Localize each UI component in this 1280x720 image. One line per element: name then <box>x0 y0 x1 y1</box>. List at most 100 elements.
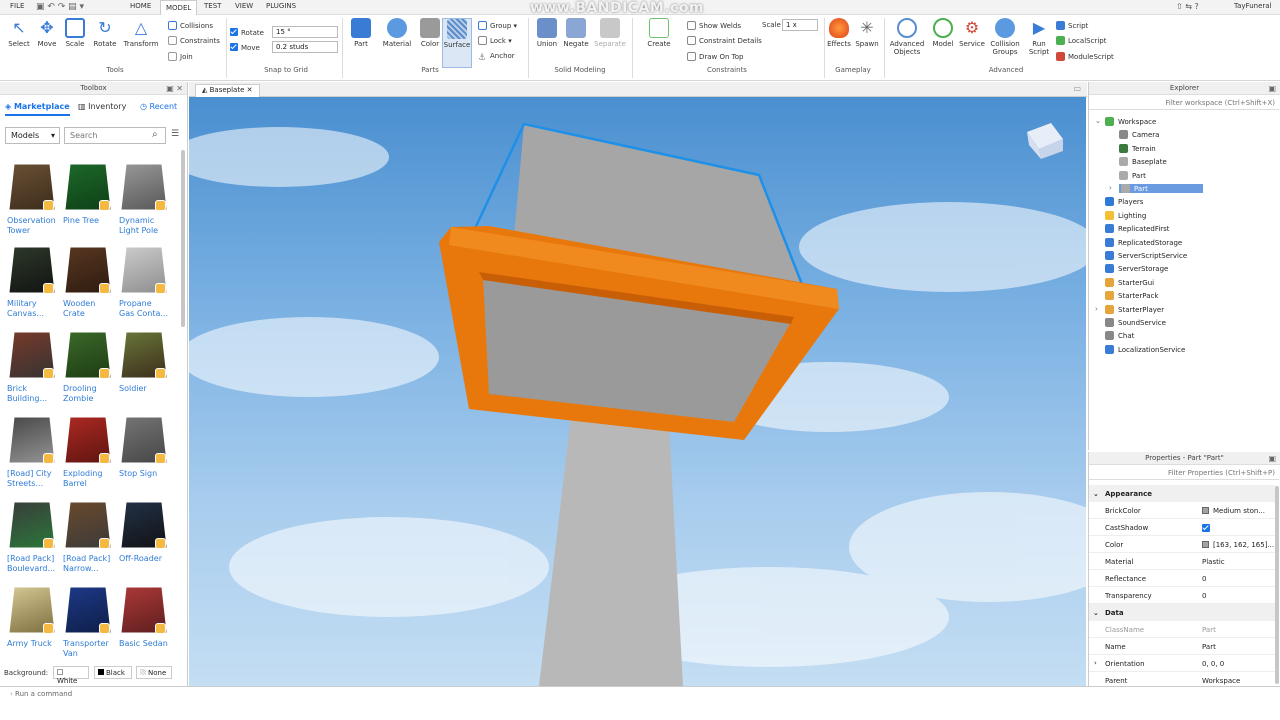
asset-tile[interactable]: Military Canvas... <box>7 245 61 319</box>
show-welds-toggle[interactable]: Show Welds <box>687 21 741 30</box>
explorer-item[interactable]: StarterPack <box>1105 291 1158 301</box>
tab-inventory[interactable]: ▥ Inventory <box>78 102 126 111</box>
explorer-item[interactable]: Chat <box>1105 331 1134 341</box>
spawn-button[interactable]: ✳ Spawn <box>852 18 882 68</box>
asset-tile[interactable]: Exploding Barrel <box>63 415 117 489</box>
surface-button[interactable]: Surface <box>442 18 472 68</box>
property-row[interactable]: CastShadow <box>1089 519 1275 536</box>
negate-button[interactable]: Negate <box>561 18 591 68</box>
asset-tile[interactable]: Pine Tree <box>63 162 117 226</box>
collisions-toggle[interactable]: Collisions <box>168 21 213 30</box>
explorer-item[interactable]: Camera <box>1119 130 1159 140</box>
scale-button[interactable]: Scale <box>60 18 90 68</box>
explorer-item[interactable]: ReplicatedStorage <box>1105 237 1182 247</box>
tab-test[interactable]: TEST <box>204 2 221 10</box>
asset-tile[interactable]: Wooden Crate <box>63 245 117 319</box>
tab-baseplate[interactable]: ◭ Baseplate ✕ <box>195 84 260 97</box>
explorer-item[interactable]: StarterGui <box>1105 277 1154 287</box>
asset-tile[interactable]: Stop Sign <box>119 415 173 479</box>
bg-white-button[interactable]: White <box>53 666 89 685</box>
select-button[interactable]: ↖ Select <box>4 18 34 68</box>
explorer-restore-icon[interactable]: ▣ <box>1268 84 1276 93</box>
join-toggle[interactable]: Join <box>168 52 193 61</box>
search-icon[interactable]: ⌕ <box>152 129 158 140</box>
explorer-item[interactable]: LocalizationService <box>1105 344 1185 354</box>
rotate-increment-input[interactable]: 15 ° <box>272 26 338 38</box>
asset-tile[interactable]: [Road Pack] Narrow... <box>63 500 117 574</box>
explorer-item[interactable]: Terrain <box>1119 143 1156 153</box>
tab-marketplace[interactable]: ◈ Marketplace <box>5 102 70 116</box>
menu-file[interactable]: FILE <box>10 2 24 10</box>
asset-tile[interactable]: Off-Roader <box>119 500 173 564</box>
create-constraint-button[interactable]: Create <box>644 18 674 68</box>
local-script-button[interactable]: LocalScript <box>1056 36 1106 45</box>
tab-recent[interactable]: ◷ Recent <box>140 102 177 111</box>
asset-tile[interactable]: Soldier <box>119 330 173 394</box>
explorer-item[interactable]: Players <box>1105 197 1143 207</box>
tab-view[interactable]: VIEW <box>235 2 253 10</box>
material-button[interactable]: Material <box>382 18 412 68</box>
anchor-button[interactable]: ⚓ Anchor <box>478 52 515 63</box>
property-row[interactable]: Material Plastic <box>1089 553 1275 570</box>
user-name[interactable]: TayFuneral <box>1234 2 1272 10</box>
checkbox-checked-icon[interactable] <box>1202 524 1210 532</box>
asset-tile[interactable]: Army Truck <box>7 585 61 649</box>
asset-tile[interactable]: Drooling Zombie <box>63 330 117 404</box>
asset-tile[interactable]: Dynamic Light Pole <box>119 162 173 236</box>
asset-tile[interactable]: Brick Building... <box>7 330 61 404</box>
view-cube[interactable] <box>1027 123 1063 159</box>
constraint-scale-input[interactable]: 1 x <box>782 19 818 31</box>
pole-part[interactable] <box>539 417 683 686</box>
toolbox-close-icon[interactable]: ▣ ✕ <box>166 84 183 93</box>
asset-tile[interactable]: Observation Tower <box>7 162 61 236</box>
union-button[interactable]: Union <box>532 18 562 68</box>
move-button[interactable]: ✥ Move <box>32 18 62 68</box>
tab-plugins[interactable]: PLUGINS <box>266 2 296 10</box>
explorer-item[interactable]: ServerScriptService <box>1105 251 1187 260</box>
draw-on-top-toggle[interactable]: Draw On Top <box>687 52 744 61</box>
property-row[interactable]: Name Part <box>1089 638 1275 655</box>
group-button[interactable]: Group ▾ <box>478 21 517 30</box>
constraints-toggle[interactable]: Constraints <box>168 36 220 45</box>
explorer-item[interactable]: Lighting <box>1105 210 1146 220</box>
explorer-item[interactable]: ⌄ Workspace <box>1095 117 1156 126</box>
tab-home[interactable]: HOME <box>130 2 151 10</box>
model-button[interactable]: Model <box>928 18 958 68</box>
toolbox-scrollbar[interactable] <box>181 150 185 327</box>
asset-tile[interactable]: Basic Sedan <box>119 585 173 649</box>
color-button[interactable]: Color <box>415 18 445 68</box>
asset-tile[interactable]: Transporter Van <box>63 585 117 659</box>
explorer-item[interactable]: SoundService <box>1105 318 1166 327</box>
tree-expand-icon[interactable]: › <box>1095 305 1098 313</box>
explorer-filter-input[interactable] <box>1089 97 1279 110</box>
filter-icon[interactable]: ☰ <box>171 129 179 139</box>
tree-expand-icon[interactable]: › <box>1109 184 1112 192</box>
header-icons[interactable]: ⇧ ⇆ ? <box>1176 2 1199 11</box>
service-button[interactable]: ⚙ Service <box>956 18 988 68</box>
explorer-item[interactable]: › StarterPlayer <box>1095 304 1164 314</box>
asset-tile[interactable]: Propane Gas Conta... <box>119 245 173 319</box>
properties-restore-icon[interactable]: ▣ <box>1268 454 1276 463</box>
command-bar[interactable]: › Run a command <box>0 686 1280 700</box>
snap-rotate-toggle[interactable]: Rotate <box>230 28 264 37</box>
asset-tile[interactable]: [Road Pack] Boulevard... <box>7 500 61 574</box>
tree-expand-icon[interactable]: ⌄ <box>1095 117 1101 125</box>
explorer-item[interactable]: ServerStorage <box>1105 264 1168 274</box>
asset-tile[interactable]: [Road] City Streets... <box>7 415 61 489</box>
properties-scrollbar[interactable] <box>1275 486 1279 684</box>
bg-none-button[interactable]: None <box>136 666 172 679</box>
property-row[interactable]: Color [163, 162, 165]... <box>1089 536 1275 553</box>
explorer-item[interactable]: Part <box>1119 170 1146 180</box>
close-icon[interactable]: ✕ <box>247 86 253 94</box>
category-appearance[interactable]: ⌄ Appearance <box>1089 485 1275 502</box>
command-input[interactable]: Run a command <box>15 690 72 698</box>
part-button[interactable]: Part <box>346 18 376 68</box>
explorer-item[interactable]: › Part <box>1109 184 1203 193</box>
toolbox-search-input[interactable] <box>64 127 166 144</box>
quick-access-icons[interactable]: ▣ ↶ ↷ ▤ ▾ <box>36 2 84 12</box>
tab-model[interactable]: MODEL <box>160 0 198 16</box>
advanced-objects-button[interactable]: Advanced Objects <box>888 18 926 68</box>
property-row[interactable]: Reflectance 0 <box>1089 570 1275 587</box>
effects-button[interactable]: Effects <box>824 18 854 68</box>
property-row[interactable]: Transparency 0 <box>1089 587 1275 604</box>
